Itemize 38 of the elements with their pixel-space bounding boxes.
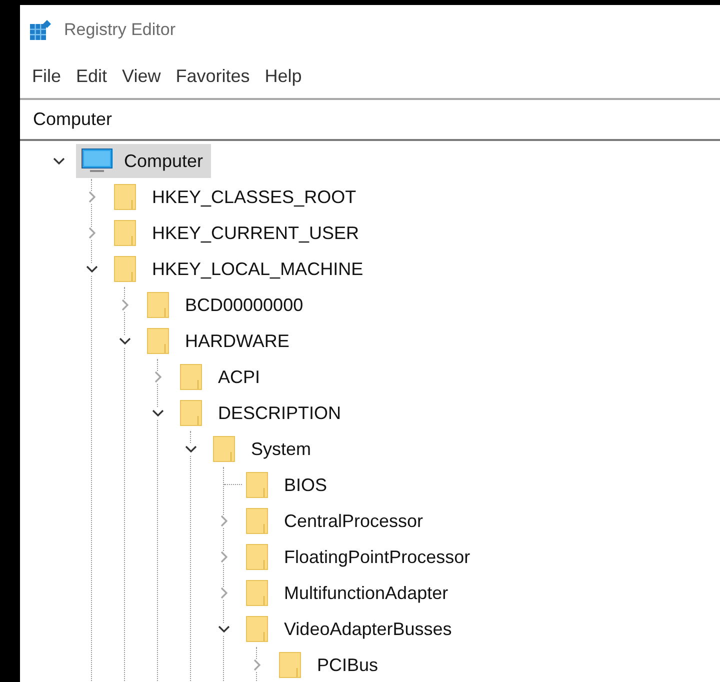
menu-item[interactable]: Help bbox=[264, 63, 302, 90]
folder-icon bbox=[114, 256, 136, 282]
tree-item[interactable]: VideoAdapterBusses bbox=[241, 612, 460, 646]
tree-item[interactable]: ACPI bbox=[175, 360, 268, 394]
tree-item[interactable]: MultifunctionAdapter bbox=[241, 576, 456, 610]
folder-icon bbox=[246, 616, 268, 642]
tree-item[interactable]: System bbox=[208, 432, 320, 466]
menu-item[interactable]: Edit bbox=[76, 63, 108, 90]
tree-item[interactable]: BCD00000000 bbox=[142, 288, 312, 322]
folder-icon bbox=[246, 508, 268, 534]
folder-icon bbox=[246, 580, 268, 606]
tree-item[interactable]: HKEY_CURRENT_USER bbox=[109, 216, 368, 250]
folder-icon bbox=[279, 652, 301, 678]
menu-item[interactable]: View bbox=[122, 63, 161, 90]
tree-item[interactable]: DESCRIPTION bbox=[175, 396, 350, 430]
address-bar[interactable]: Computer bbox=[20, 100, 720, 141]
registry-editor-icon bbox=[30, 20, 52, 40]
monitor-icon bbox=[81, 148, 113, 174]
menu-item[interactable]: File bbox=[32, 63, 62, 90]
folder-icon bbox=[246, 472, 268, 498]
tree-item[interactable]: BIOS bbox=[241, 468, 336, 502]
tree-item[interactable]: FloatingPointProcessor bbox=[241, 540, 478, 574]
folder-icon bbox=[147, 328, 169, 354]
folder-icon bbox=[246, 544, 268, 570]
tree-item[interactable]: PCIBus bbox=[274, 648, 386, 682]
window-title: Registry Editor bbox=[64, 19, 176, 42]
folder-icon bbox=[213, 436, 235, 462]
folder-icon bbox=[180, 400, 202, 426]
tree-item[interactable]: Computer bbox=[76, 144, 212, 178]
tree-item[interactable]: HKEY_LOCAL_MACHINE bbox=[109, 252, 372, 286]
tree-item[interactable]: CentralProcessor bbox=[241, 504, 432, 538]
menu-item[interactable]: Favorites bbox=[176, 63, 250, 90]
folder-icon bbox=[147, 292, 169, 318]
tree-item[interactable]: HARDWARE bbox=[142, 324, 298, 358]
folder-icon bbox=[114, 184, 136, 210]
folder-icon bbox=[114, 220, 136, 246]
folder-icon bbox=[180, 364, 202, 390]
tree-item[interactable]: HKEY_CLASSES_ROOT bbox=[109, 180, 364, 214]
